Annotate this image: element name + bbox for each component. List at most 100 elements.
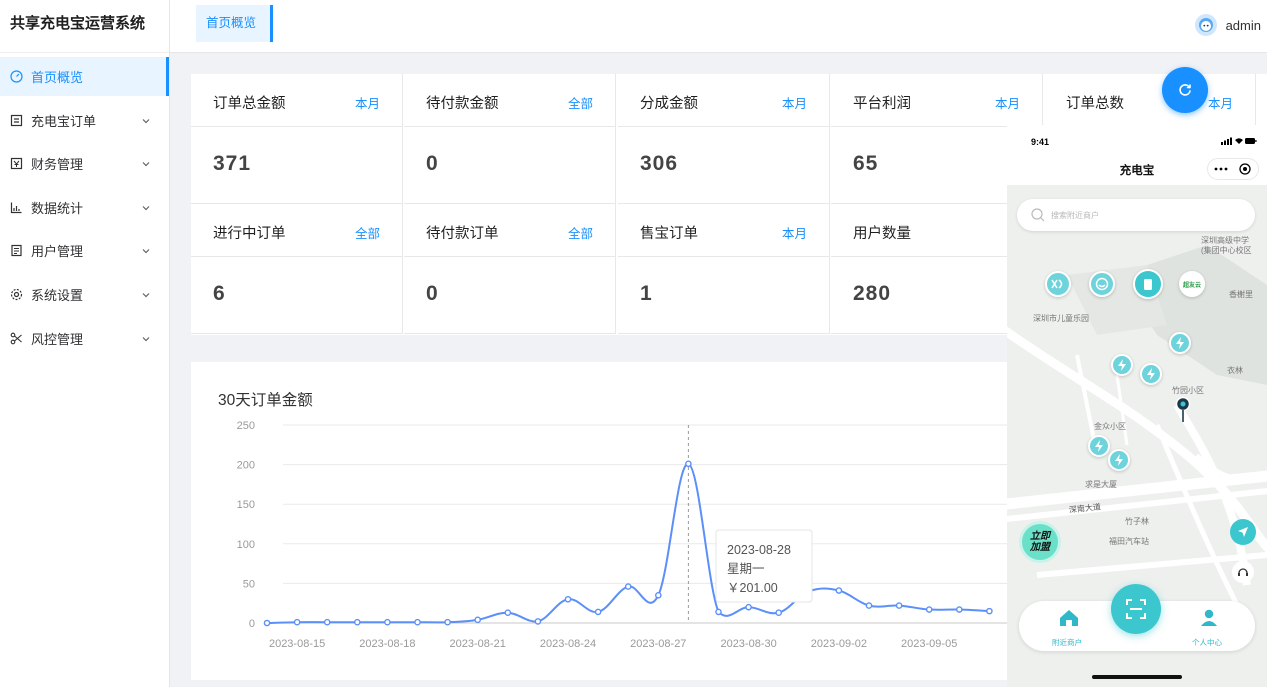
stat-title: 待付款订单: [426, 226, 499, 242]
stat-range-link[interactable]: 本月: [1208, 93, 1233, 112]
data-point: [534, 618, 542, 625]
stat-range-link[interactable]: 本月: [782, 223, 807, 242]
sidebar-item-5[interactable]: 用户管理: [0, 231, 169, 270]
gear-icon: [9, 287, 23, 301]
map-label: 竹子林: [1125, 517, 1149, 526]
bar-chart-icon: [9, 200, 23, 214]
phone-search-input[interactable]: 搜索附近商户: [1017, 199, 1255, 231]
user-menu[interactable]: admin: [1194, 14, 1261, 36]
brand-icon: [1095, 277, 1109, 291]
join-button[interactable]: 立即 加盟: [1019, 521, 1061, 563]
data-point: [775, 609, 783, 617]
stat-range-link[interactable]: 本月: [995, 93, 1020, 112]
tooltip-text: ￥201.00: [727, 581, 778, 595]
stat-range-link[interactable]: 全部: [568, 223, 593, 242]
data-point: [865, 602, 873, 609]
data-point: [353, 618, 361, 626]
stat-card: 待付款金额 全部 0: [404, 74, 616, 204]
data-point: [564, 595, 572, 603]
search-placeholder: 搜索附近商户: [1051, 211, 1099, 220]
chevron-down-icon: [141, 332, 151, 342]
sidebar-item-2[interactable]: 充电宝订单: [0, 101, 169, 140]
data-point: [986, 607, 993, 615]
charger-pin[interactable]: [1169, 332, 1191, 354]
bolt-icon: [1118, 359, 1126, 371]
x-tick-label: 2023-08-15: [269, 638, 325, 650]
map-label: 深圳高级中学: [1201, 236, 1249, 245]
person-icon: [1201, 609, 1217, 626]
data-point: [323, 618, 331, 626]
stat-title: 用户数量: [853, 226, 911, 242]
stat-range-link[interactable]: 本月: [782, 93, 807, 112]
scan-icon: [1126, 599, 1146, 619]
avatar: [1194, 14, 1217, 36]
stat-card: 分成金额 本月 306: [618, 74, 830, 204]
chevron-down-icon: [141, 201, 151, 211]
tab-nearby-label: 附近商户: [1052, 638, 1082, 647]
data-point: [745, 603, 752, 611]
tooltip-text: 星期一: [727, 562, 765, 576]
stat-range-link[interactable]: 本月: [355, 93, 380, 112]
stat-value: 0: [426, 282, 439, 305]
charger-pin[interactable]: [1088, 435, 1110, 457]
merchant-pin[interactable]: [1089, 271, 1115, 297]
tab-profile[interactable]: 个人中心: [1189, 607, 1229, 647]
home-icon: [1060, 610, 1078, 626]
merchant-pin[interactable]: [1045, 271, 1071, 297]
sidebar-item-6[interactable]: 系统设置: [0, 275, 169, 314]
refresh-icon: [1179, 84, 1191, 96]
top-bar: 首页概览 admin: [170, 0, 1267, 53]
phone-status-bar: 9:41: [1007, 125, 1267, 155]
charger-pin[interactable]: [1111, 354, 1133, 376]
sidebar-item-3[interactable]: 财务管理: [0, 144, 169, 183]
tab-nearby[interactable]: 附近商户: [1049, 607, 1089, 647]
data-point: [715, 608, 722, 616]
sidebar-item-4[interactable]: 数据统计: [0, 188, 169, 227]
phone-preview: 9:41 充电宝 搜索附近商户 深圳高级中学 (集团中心校区 深圳市儿童乐园 香…: [1007, 125, 1267, 687]
sidebar-item-1[interactable]: 首页概览: [0, 57, 169, 96]
chevron-down-icon: [141, 288, 151, 298]
x-tick-label: 2023-08-30: [720, 638, 776, 650]
chevron-down-icon: [141, 114, 151, 124]
x-tick-label: 2023-08-21: [450, 638, 506, 650]
map-label: 求是大厦: [1085, 480, 1117, 489]
stat-title: 进行中订单: [213, 226, 286, 242]
search-icon: [1031, 208, 1045, 222]
sidebar-item-label: 首页概览: [31, 70, 84, 85]
customer-service-button[interactable]: [1232, 561, 1254, 583]
stat-value: 280: [853, 282, 892, 305]
navigate-icon: [1238, 527, 1248, 537]
scan-button[interactable]: [1111, 584, 1161, 634]
close-target-icon: [1239, 163, 1251, 175]
user-doc-icon: [9, 244, 23, 258]
stat-card: 进行中订单 全部 6: [191, 204, 403, 334]
stat-title: 订单总金额: [213, 96, 286, 112]
stat-range-link[interactable]: 全部: [568, 93, 593, 112]
battery-icon: [1144, 279, 1152, 290]
username: admin: [1225, 17, 1261, 33]
data-point: [624, 583, 632, 590]
join-label-1: 立即: [1030, 531, 1050, 542]
mini-program-capsule[interactable]: [1207, 158, 1259, 180]
map-label: 香榭里: [1229, 290, 1253, 299]
merchant-pin[interactable]: 超友云: [1179, 271, 1205, 297]
more-dots-icon: [1214, 167, 1228, 171]
y-tick-label: 150: [237, 499, 255, 511]
sidebar-item-label: 风控管理: [31, 331, 84, 347]
locate-button[interactable]: [1230, 519, 1256, 545]
join-label-2: 加盟: [1030, 542, 1050, 553]
stat-range-link[interactable]: 全部: [355, 223, 380, 242]
sidebar-item-7[interactable]: 风控管理: [0, 319, 169, 358]
stat-value: 306: [640, 152, 679, 175]
map-label: 衣林: [1227, 366, 1243, 375]
data-point: [384, 618, 391, 626]
charger-pin[interactable]: [1140, 363, 1162, 385]
refresh-button[interactable]: [1162, 67, 1208, 113]
tab-home-overview[interactable]: 首页概览: [196, 5, 274, 42]
data-point: [504, 609, 512, 617]
stat-card: 待付款订单 全部 0: [404, 204, 616, 334]
charger-pin[interactable]: [1108, 449, 1130, 471]
merchant-pin-selected[interactable]: [1133, 269, 1163, 299]
stat-value: 371: [213, 152, 252, 175]
signal-battery-icon: [1221, 137, 1257, 145]
